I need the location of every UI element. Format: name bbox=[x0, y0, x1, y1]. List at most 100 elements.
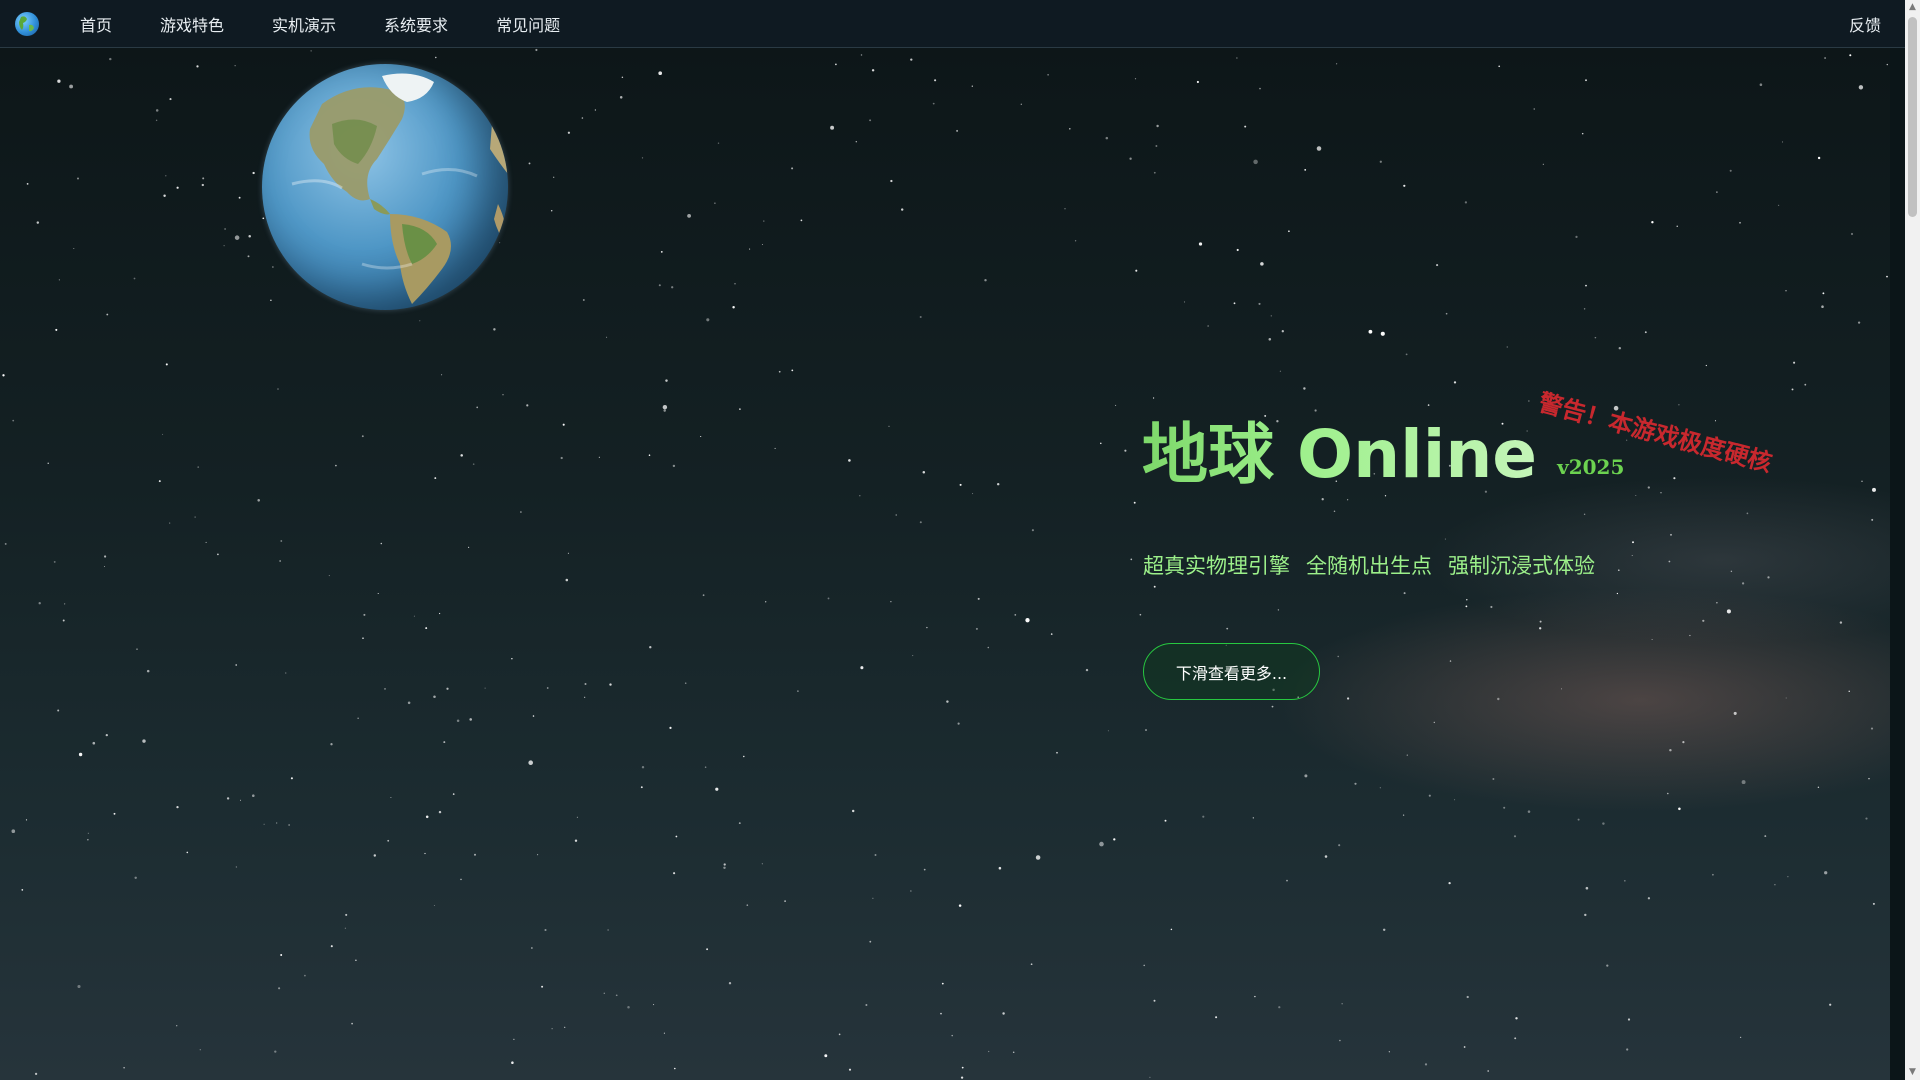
star bbox=[567, 131, 571, 134]
star bbox=[288, 824, 290, 826]
star bbox=[1236, 248, 1239, 252]
star bbox=[971, 85, 973, 87]
star bbox=[280, 954, 283, 956]
star bbox=[248, 235, 251, 238]
star bbox=[502, 394, 504, 396]
star bbox=[1606, 964, 1609, 967]
star bbox=[662, 404, 668, 410]
star bbox=[1617, 569, 1620, 572]
star bbox=[1872, 487, 1876, 492]
star bbox=[1712, 873, 1714, 876]
star bbox=[871, 69, 875, 72]
star bbox=[1444, 538, 1446, 540]
star bbox=[734, 283, 736, 285]
star bbox=[961, 1066, 964, 1069]
star bbox=[446, 687, 449, 690]
nav-link-home[interactable]: 首页 bbox=[80, 12, 112, 36]
star bbox=[1651, 638, 1653, 641]
star bbox=[1402, 814, 1405, 816]
star bbox=[205, 541, 207, 543]
star bbox=[791, 369, 794, 372]
star bbox=[715, 787, 719, 791]
star bbox=[1616, 592, 1619, 595]
star bbox=[1821, 305, 1824, 308]
star bbox=[1670, 533, 1672, 536]
star bbox=[1739, 221, 1741, 224]
scroll-up-arrow-icon[interactable]: ▲ bbox=[1905, 0, 1920, 15]
star bbox=[1503, 806, 1506, 809]
star bbox=[1286, 879, 1288, 882]
star bbox=[576, 816, 578, 818]
star bbox=[1575, 235, 1578, 239]
star bbox=[653, 1004, 655, 1006]
star bbox=[1651, 221, 1654, 224]
earth-logo-icon[interactable] bbox=[15, 12, 39, 36]
star bbox=[1871, 518, 1874, 521]
earth-globe-image bbox=[262, 64, 508, 310]
star bbox=[987, 646, 990, 649]
star bbox=[641, 157, 644, 159]
star bbox=[872, 897, 874, 899]
star bbox=[36, 221, 40, 224]
star bbox=[1585, 79, 1587, 82]
scrollbar-thumb[interactable] bbox=[1908, 17, 1917, 217]
star bbox=[830, 125, 835, 130]
star bbox=[441, 374, 443, 376]
nav-link-features[interactable]: 游戏特色 bbox=[160, 12, 224, 36]
star bbox=[26, 183, 29, 185]
star bbox=[1635, 494, 1637, 497]
star bbox=[373, 854, 377, 857]
star bbox=[155, 119, 158, 122]
star bbox=[1233, 302, 1236, 305]
nav-link-faq[interactable]: 常见问题 bbox=[496, 12, 560, 36]
vertical-scrollbar[interactable]: ▲ ▼ bbox=[1905, 0, 1920, 1080]
star bbox=[1050, 633, 1053, 635]
nav-links: 首页 游戏特色 实机演示 系统要求 常见问题 bbox=[80, 0, 608, 47]
star bbox=[998, 866, 1002, 870]
star bbox=[1453, 381, 1457, 384]
star bbox=[1149, 1076, 1151, 1079]
star bbox=[1014, 614, 1017, 616]
star bbox=[835, 63, 837, 66]
star bbox=[1277, 609, 1280, 611]
star bbox=[252, 794, 255, 797]
star bbox=[476, 406, 479, 409]
star bbox=[55, 328, 58, 331]
star bbox=[1539, 620, 1542, 623]
star bbox=[434, 477, 437, 480]
star bbox=[615, 994, 618, 997]
nav-link-system-requirements[interactable]: 系统要求 bbox=[384, 12, 448, 36]
scroll-down-arrow-icon[interactable]: ▼ bbox=[1905, 1065, 1920, 1080]
star bbox=[1667, 792, 1669, 795]
star bbox=[1379, 787, 1381, 789]
star bbox=[1774, 883, 1776, 886]
feedback-link[interactable]: 反馈 bbox=[1849, 0, 1881, 47]
star bbox=[78, 752, 83, 757]
star bbox=[1487, 1070, 1490, 1072]
star bbox=[1824, 57, 1827, 59]
star bbox=[1069, 128, 1071, 130]
star bbox=[1333, 510, 1336, 512]
star bbox=[1153, 171, 1156, 174]
star bbox=[1236, 57, 1238, 59]
star bbox=[581, 117, 584, 119]
star bbox=[1647, 897, 1651, 900]
star bbox=[607, 929, 609, 931]
star bbox=[165, 175, 167, 177]
star bbox=[407, 701, 411, 705]
star bbox=[665, 379, 668, 382]
star bbox=[2, 374, 5, 377]
tagline-immersive-experience: 强制沉浸式体验 bbox=[1448, 554, 1595, 578]
star bbox=[92, 741, 96, 745]
star bbox=[723, 866, 726, 870]
star bbox=[739, 408, 741, 410]
star bbox=[1260, 262, 1264, 266]
star bbox=[1202, 815, 1205, 818]
star bbox=[1454, 799, 1456, 801]
star bbox=[977, 597, 980, 600]
star bbox=[217, 553, 219, 556]
star bbox=[619, 96, 623, 99]
scroll-down-more-button[interactable]: 下滑查看更多... bbox=[1143, 643, 1320, 700]
star bbox=[1464, 201, 1468, 204]
nav-link-gameplay-demo[interactable]: 实机演示 bbox=[272, 12, 336, 36]
